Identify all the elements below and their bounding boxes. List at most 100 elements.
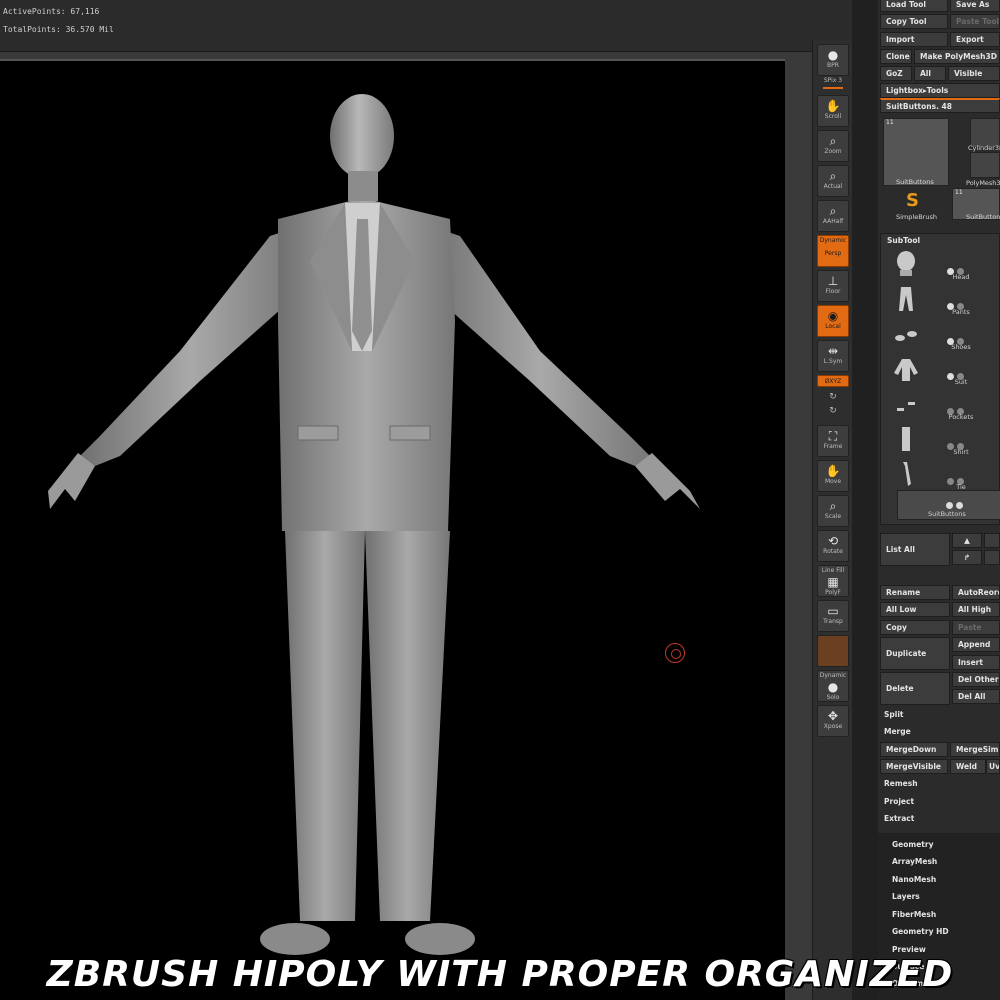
hand-icon: ✋ bbox=[825, 99, 841, 113]
tool-palette: Load Tool Save As Copy Tool Paste Tool I… bbox=[878, 0, 1000, 1000]
xyz-button[interactable]: ØXYZ bbox=[817, 375, 849, 387]
load-tool-button[interactable]: Load Tool bbox=[880, 0, 948, 12]
document-viewport[interactable] bbox=[0, 59, 785, 1000]
panel-divider[interactable] bbox=[852, 0, 878, 1000]
subtool-toggles[interactable] bbox=[947, 330, 1000, 345]
paste-tool-button[interactable]: Paste Tool bbox=[950, 14, 1000, 29]
sculpted-figure-model[interactable] bbox=[0, 61, 785, 1000]
frame-button[interactable]: ⛶ Frame bbox=[817, 425, 849, 457]
uv-button[interactable]: Uv bbox=[986, 759, 1000, 774]
subtool-row-suit[interactable]: Suit bbox=[881, 353, 1000, 388]
xpose-button[interactable]: ✥ Xpose bbox=[817, 705, 849, 737]
list-all-button[interactable]: List All bbox=[880, 533, 950, 566]
subtool-panel: SubTool Head Pants Shoes Suit Pockets Sh… bbox=[880, 233, 1000, 525]
pants-mesh-icon bbox=[899, 287, 913, 311]
tool-thumb-polymesh[interactable] bbox=[970, 152, 1000, 178]
clone-button[interactable]: Clone bbox=[880, 49, 912, 64]
append-button[interactable]: Append bbox=[952, 637, 1000, 652]
insert-button[interactable]: Insert bbox=[952, 655, 1000, 670]
goz-button[interactable]: GoZ bbox=[880, 66, 912, 81]
project-section[interactable]: Project bbox=[878, 795, 1000, 808]
nanomesh-section[interactable]: NanoMesh bbox=[886, 873, 1000, 886]
zoom-button[interactable]: ⌕ Zoom bbox=[817, 130, 849, 162]
bpr-button[interactable]: ● BPR bbox=[817, 44, 849, 76]
geometry-section[interactable]: Geometry bbox=[886, 838, 1000, 851]
del-all-button[interactable]: Del All bbox=[952, 689, 1000, 704]
save-as-button[interactable]: Save As bbox=[950, 0, 1000, 12]
subtool-toggles[interactable] bbox=[947, 435, 1000, 450]
mergesimilar-button[interactable]: MergeSimilar bbox=[950, 742, 1000, 757]
scroll-button[interactable]: ✋ Scroll bbox=[817, 95, 849, 127]
lightbox-tools-button[interactable]: Lightbox▸Tools bbox=[880, 83, 1000, 98]
all-high-button[interactable]: All High bbox=[952, 602, 1000, 617]
all-button[interactable]: All bbox=[914, 66, 946, 81]
ghost-button[interactable] bbox=[817, 635, 849, 667]
subtool-row-shirt[interactable]: Shirt bbox=[881, 423, 1000, 458]
duplicate-button[interactable]: Duplicate bbox=[880, 637, 950, 670]
solo-button[interactable]: Dynamic ● Solo bbox=[817, 670, 849, 702]
subtool-toggles[interactable] bbox=[947, 295, 1000, 310]
subtool-row-shoes[interactable]: Shoes bbox=[881, 318, 1000, 353]
subtool-row-tie[interactable]: Tie bbox=[881, 458, 1000, 493]
persp-button[interactable]: Dynamic Persp bbox=[817, 235, 849, 267]
extra-arrow-icon[interactable] bbox=[984, 550, 1000, 565]
spix-slider[interactable] bbox=[823, 87, 843, 89]
scale-button[interactable]: ⌕ Scale bbox=[817, 495, 849, 527]
subtool-toggles[interactable] bbox=[947, 400, 1000, 415]
subtool-toggles[interactable] bbox=[947, 365, 1000, 380]
right-shelf: ● BPR SPix 3 ✋ Scroll ⌕ Zoom ⌕ Actual ⌕ AAHal… bbox=[812, 40, 852, 1000]
all-low-button[interactable]: All Low bbox=[880, 602, 950, 617]
geometry-hd-section[interactable]: Geometry HD bbox=[886, 925, 1000, 938]
actual-button[interactable]: ⌕ Actual bbox=[817, 165, 849, 197]
autoreorder-button[interactable]: AutoReorder bbox=[952, 585, 1000, 600]
rotate-y-icon[interactable]: ↻ bbox=[815, 392, 851, 402]
delete-button[interactable]: Delete bbox=[880, 672, 950, 705]
lsym-button[interactable]: ⇹ L.Sym bbox=[817, 340, 849, 372]
move-hand-icon: ✋ bbox=[825, 464, 841, 478]
remesh-section[interactable]: Remesh bbox=[878, 777, 1000, 790]
move-down-icon[interactable] bbox=[984, 533, 1000, 548]
aahalf-button[interactable]: ⌕ AAHalf bbox=[817, 200, 849, 232]
subtool-row-pants[interactable]: Pants bbox=[881, 283, 1000, 318]
split-section[interactable]: Split bbox=[878, 708, 1000, 721]
arraymesh-section[interactable]: ArrayMesh bbox=[886, 855, 1000, 868]
transp-button[interactable]: ▭ Transp bbox=[817, 600, 849, 632]
mergevisible-button[interactable]: MergeVisible bbox=[880, 759, 948, 774]
move-up-icon[interactable]: ▲ bbox=[952, 533, 982, 548]
tool-thumb-suitbuttons[interactable]: 11 bbox=[883, 118, 949, 186]
polyf-button[interactable]: Line Fill ▦ PolyF bbox=[817, 565, 849, 597]
subtool-row-head[interactable]: Head bbox=[881, 248, 1000, 283]
subtool-row-suitbuttons[interactable]: SuitButtons bbox=[897, 490, 1000, 520]
spix-label[interactable]: SPix 3 bbox=[815, 77, 851, 84]
subtool-header[interactable]: SubTool bbox=[881, 234, 1000, 247]
subtool-row-pockets[interactable]: Pockets bbox=[881, 388, 1000, 423]
del-other-button[interactable]: Del Other bbox=[952, 672, 1000, 687]
weld-button[interactable]: Weld bbox=[950, 759, 986, 774]
xpose-icon: ✥ bbox=[827, 709, 839, 723]
subtool-toggles[interactable] bbox=[947, 260, 1000, 275]
move-button[interactable]: ✋ Move bbox=[817, 460, 849, 492]
visible-button[interactable]: Visible bbox=[948, 66, 1000, 81]
make-polymesh-button[interactable]: Make PolyMesh3D bbox=[914, 49, 1000, 64]
fibermesh-section[interactable]: FiberMesh bbox=[886, 908, 1000, 921]
merge-section[interactable]: Merge bbox=[878, 725, 1000, 738]
model-right-hand bbox=[635, 453, 700, 509]
simple-brush-icon[interactable]: S bbox=[906, 190, 919, 211]
redo-arrow-icon[interactable]: ↱ bbox=[952, 550, 982, 565]
paste-button[interactable]: Paste bbox=[952, 620, 1000, 635]
current-tool-label: SuitButtons. 48 bbox=[880, 98, 1000, 113]
subtool-toggles[interactable] bbox=[947, 470, 1000, 485]
export-button[interactable]: Export bbox=[950, 32, 1000, 47]
import-button[interactable]: Import bbox=[880, 32, 948, 47]
rotate-button[interactable]: ⟲ Rotate bbox=[817, 530, 849, 562]
rotate-z-icon[interactable]: ↻ bbox=[815, 406, 851, 416]
local-button[interactable]: ◉ Local bbox=[817, 305, 849, 337]
copy-tool-button[interactable]: Copy Tool bbox=[880, 14, 948, 29]
mergedown-button[interactable]: MergeDown bbox=[880, 742, 948, 757]
rename-button[interactable]: Rename bbox=[880, 585, 950, 600]
copy-button[interactable]: Copy bbox=[880, 620, 950, 635]
floor-button[interactable]: ⊥ Floor bbox=[817, 270, 849, 302]
model-pants bbox=[285, 531, 365, 921]
layers-section[interactable]: Layers bbox=[886, 890, 1000, 903]
extract-section[interactable]: Extract bbox=[878, 812, 1000, 825]
